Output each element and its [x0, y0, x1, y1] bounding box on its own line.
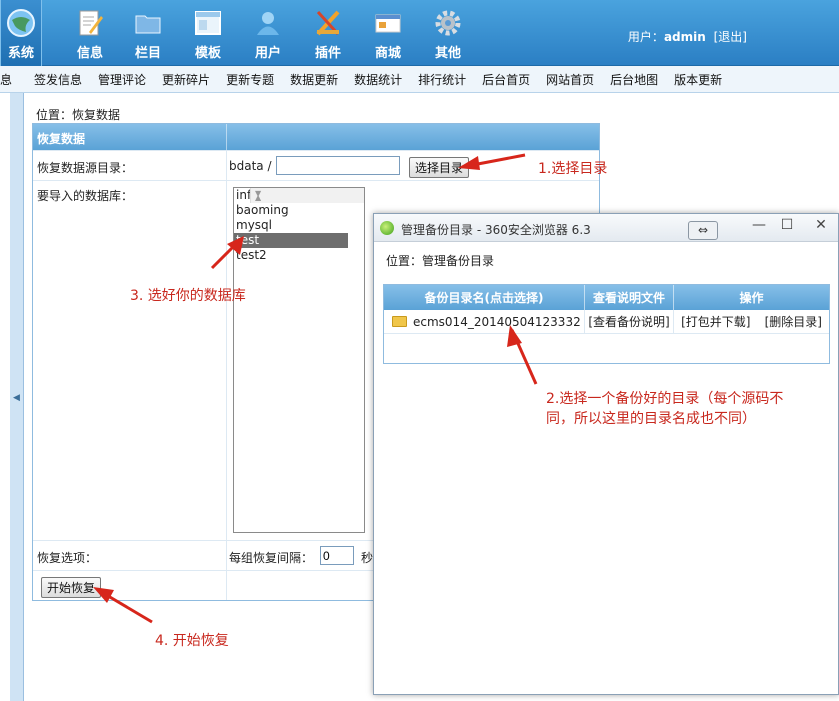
- nav-label: 插件: [314, 46, 341, 61]
- view-readme-link[interactable]: [查看备份说明]: [585, 310, 674, 333]
- backup-dir-table: 备份目录名(点击选择) 查看说明文件 操作 ecms014_2014050412…: [383, 284, 830, 364]
- db-option[interactable]: baoming: [234, 203, 348, 218]
- form-title: 恢复数据: [33, 124, 227, 150]
- tools-icon: [316, 10, 340, 36]
- submenu-item[interactable]: 网站首页: [538, 71, 602, 88]
- options-label: 恢复选项：: [37, 551, 98, 565]
- nav-system[interactable]: 系统: [0, 0, 42, 66]
- user-info: 用户：admin [退出]: [628, 28, 747, 45]
- start-restore-button[interactable]: 开始恢复: [41, 577, 102, 598]
- sidebar-toggle-bar[interactable]: ◀: [10, 93, 24, 701]
- nav-label: 其他: [434, 46, 461, 61]
- actions-cell: [打包并下载] [删除目录]: [674, 310, 829, 333]
- nav-plugin[interactable]: 插件: [298, 0, 358, 66]
- annotation-step2-line1: 2.选择一个备份好的目录（每个源码不: [546, 391, 784, 407]
- scroll-down-icon[interactable]: ▼: [255, 188, 261, 201]
- col-header-readme: 查看说明文件: [585, 285, 674, 310]
- nav-label: 栏目: [134, 46, 161, 61]
- submenu-item[interactable]: 后台首页: [474, 71, 538, 88]
- breadcrumb: 位置：恢复数据: [36, 108, 121, 122]
- shop-card-icon: [375, 14, 401, 33]
- sub-menu: 息 签发信息 管理评论 更新碎片 更新专题 数据更新 数据统计 排行统计 后台首…: [0, 66, 839, 93]
- submenu-item[interactable]: 版本更新: [666, 71, 730, 88]
- user-name: admin: [663, 30, 706, 44]
- user-icon: [257, 12, 279, 35]
- annotation-step1: 1.选择目录: [538, 161, 608, 177]
- nav-label: 商城: [374, 46, 401, 61]
- collapse-arrow-icon[interactable]: ◀: [13, 393, 20, 403]
- dock-toggle-icon[interactable]: ⇔: [688, 221, 718, 240]
- gear-icon: [435, 10, 461, 36]
- nav-label: 信息: [76, 46, 103, 61]
- db-option[interactable]: test2: [234, 248, 348, 263]
- db-label: 要导入的数据库：: [37, 189, 134, 203]
- source-prefix: bdata /: [229, 159, 272, 173]
- minimize-icon[interactable]: —: [746, 217, 772, 237]
- logout-link[interactable]: [退出]: [714, 30, 747, 44]
- backup-dir-cell[interactable]: ecms014_20140504123332: [384, 310, 585, 333]
- submenu-item[interactable]: 签发信息: [20, 71, 90, 88]
- popup-breadcrumb: 位置：管理备份目录: [386, 254, 495, 268]
- backup-dir-name[interactable]: ecms014_20140504123332: [413, 315, 581, 329]
- source-label: 恢复数据源目录：: [37, 161, 134, 175]
- database-listbox[interactable]: information_schema baoming mysql test te…: [233, 187, 365, 533]
- folder-icon: [392, 316, 407, 327]
- main-nav: 系统 信息 栏目 模板 用户 插件 商城 其他: [0, 0, 478, 66]
- nav-label: 模板: [194, 46, 221, 61]
- submenu-item[interactable]: 排行统计: [410, 71, 474, 88]
- nav-info[interactable]: 信息: [60, 0, 120, 66]
- pack-download-link[interactable]: [打包并下载]: [681, 313, 750, 330]
- submenu-item[interactable]: 数据统计: [346, 71, 410, 88]
- db-option-selected[interactable]: test: [234, 233, 348, 248]
- backup-dir-popup-window: 管理备份目录 - 360安全浏览器 6.3 ⇔ — ☐ ✕ 位置：管理备份目录 …: [373, 213, 839, 695]
- delete-dir-link[interactable]: [删除目录]: [765, 313, 822, 330]
- top-header: 系统 信息 栏目 模板 用户 插件 商城 其他 用户：admin [退出]: [0, 0, 839, 66]
- annotation-step3: 3. 选好你的数据库: [130, 288, 246, 304]
- nav-label: 用户: [254, 46, 281, 61]
- globe-icon: [7, 9, 35, 37]
- listbox-scrollbar[interactable]: ▲ ▼: [250, 188, 364, 203]
- annotation-step2-line2: 同，所以这里的目录名成也不同）: [546, 411, 756, 427]
- nav-template[interactable]: 模板: [178, 0, 238, 66]
- interval-unit: 秒: [361, 551, 374, 565]
- nav-label: 系统: [7, 46, 34, 61]
- submenu-item[interactable]: 管理评论: [90, 71, 154, 88]
- popup-title: 管理备份目录 - 360安全浏览器 6.3: [401, 223, 591, 237]
- submenu-item[interactable]: 息: [0, 71, 20, 88]
- interval-input[interactable]: [320, 546, 354, 565]
- submenu-item[interactable]: 数据更新: [282, 71, 346, 88]
- form-header: 恢复数据: [33, 124, 599, 150]
- template-window-icon: [195, 11, 221, 35]
- user-prefix: 用户：: [627, 30, 664, 44]
- browser-logo-icon: [380, 221, 394, 235]
- close-icon[interactable]: ✕: [808, 217, 834, 237]
- nav-column[interactable]: 栏目: [118, 0, 178, 66]
- col-header-name: 备份目录名(点击选择): [384, 285, 585, 310]
- select-dir-button[interactable]: 选择目录: [409, 157, 470, 178]
- document-pen-icon: [79, 10, 103, 36]
- source-row: 恢复数据源目录： bdata / 选择目录: [33, 150, 599, 180]
- nav-shop[interactable]: 商城: [358, 0, 418, 66]
- submenu-item[interactable]: 更新碎片: [154, 71, 218, 88]
- table-row: ecms014_20140504123332 [查看备份说明] [打包并下载] …: [384, 310, 829, 334]
- nav-user[interactable]: 用户: [238, 0, 298, 66]
- source-dir-input[interactable]: [276, 156, 400, 175]
- db-option[interactable]: mysql: [234, 218, 348, 233]
- annotation-step4: 4. 开始恢复: [155, 633, 229, 649]
- folder-icon: [135, 15, 161, 34]
- table-header: 备份目录名(点击选择) 查看说明文件 操作: [384, 285, 829, 310]
- submenu-item[interactable]: 更新专题: [218, 71, 282, 88]
- submenu-item[interactable]: 后台地图: [602, 71, 666, 88]
- col-header-actions: 操作: [739, 291, 764, 305]
- nav-other[interactable]: 其他: [418, 0, 478, 66]
- maximize-icon[interactable]: ☐: [774, 217, 800, 237]
- interval-label: 每组恢复间隔：: [229, 551, 314, 565]
- popup-titlebar[interactable]: 管理备份目录 - 360安全浏览器 6.3 ⇔ — ☐ ✕: [374, 214, 838, 242]
